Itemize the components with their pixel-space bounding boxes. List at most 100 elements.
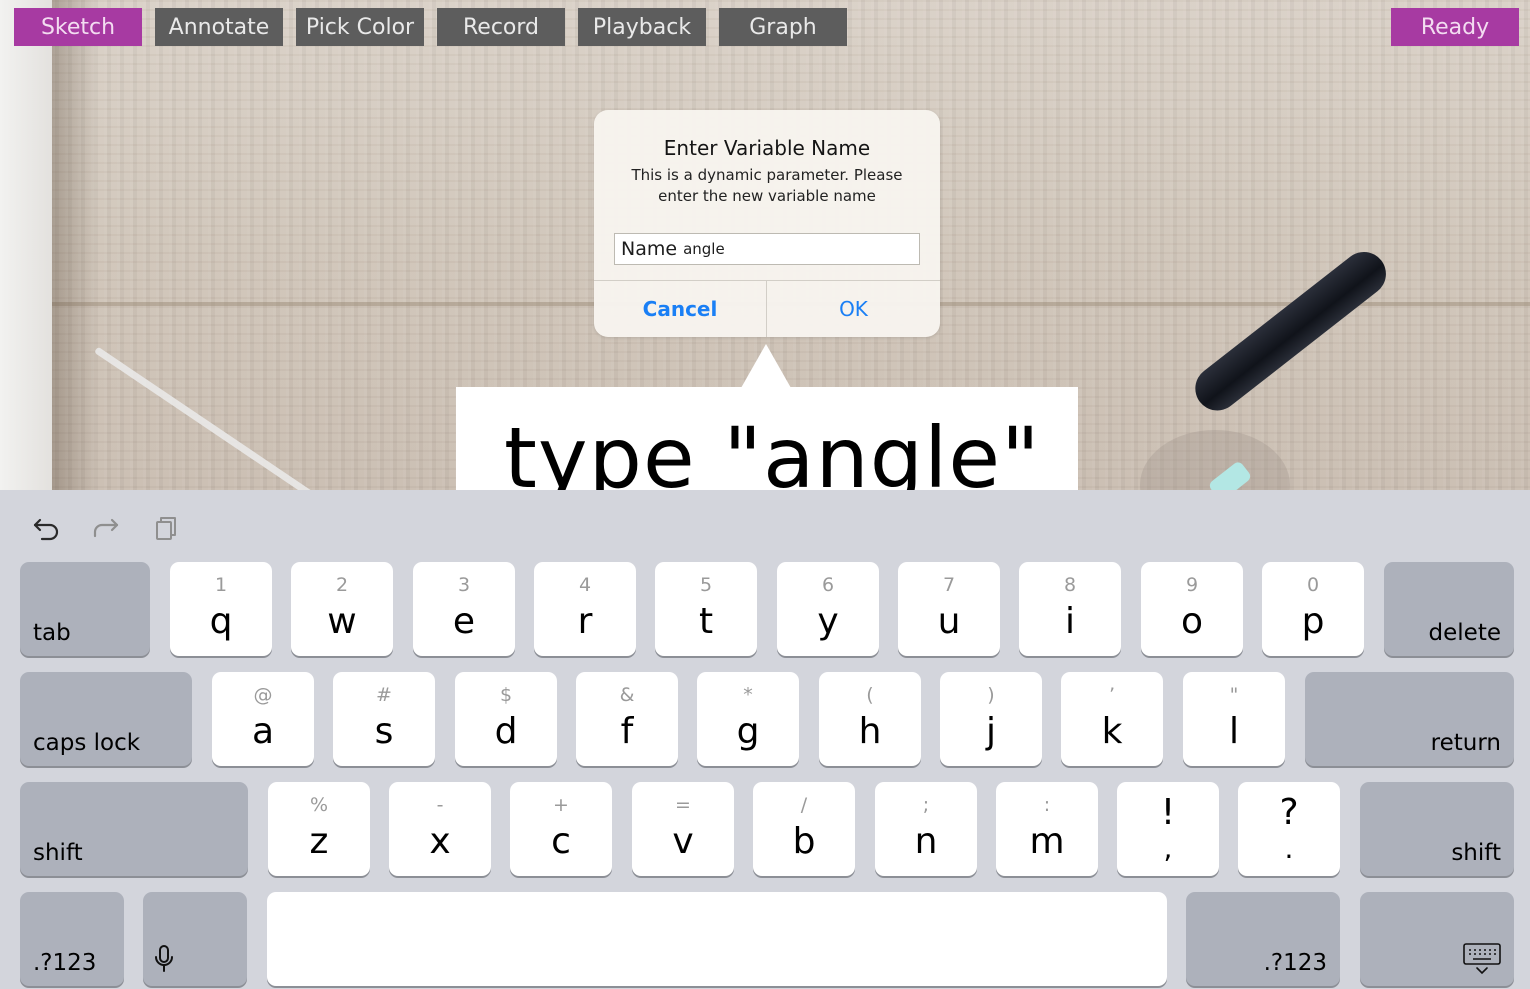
- return-key[interactable]: return: [1305, 672, 1514, 766]
- name-field-label: Name: [621, 238, 678, 260]
- key-s[interactable]: # s: [333, 672, 435, 766]
- variable-name-dialog: Enter Variable Name This is a dynamic pa…: [594, 110, 940, 337]
- shift-left-key-label: shift: [33, 840, 83, 866]
- key-j[interactable]: ) j: [940, 672, 1042, 766]
- paste-icon[interactable]: [148, 510, 184, 546]
- variable-name-input[interactable]: Name angle: [614, 233, 920, 265]
- key-alt-label: 7: [942, 574, 956, 596]
- shift-right-key-label: shift: [1451, 840, 1501, 866]
- key-label: i: [1064, 601, 1075, 642]
- graph-button[interactable]: Graph: [719, 8, 847, 46]
- frame-shadow: [52, 0, 94, 490]
- callout-pointer: [741, 344, 791, 388]
- numbers-left-key-label: .?123: [33, 950, 97, 976]
- shift-left-key[interactable]: shift: [20, 782, 248, 876]
- redo-icon[interactable]: [88, 510, 124, 546]
- key-k[interactable]: ’ k: [1061, 672, 1163, 766]
- ready-button[interactable]: Ready: [1391, 8, 1519, 46]
- microphone-icon: [153, 944, 175, 978]
- key-label: t: [698, 601, 714, 642]
- dialog-title: Enter Variable Name: [663, 136, 871, 160]
- whiteboard-frame: [0, 0, 52, 490]
- pick-color-button[interactable]: Pick Color: [296, 8, 424, 46]
- key-question-period[interactable]: ?.: [1238, 782, 1340, 876]
- key-a[interactable]: @ a: [212, 672, 314, 766]
- key-f[interactable]: & f: [576, 672, 678, 766]
- onscreen-keyboard: 1 q 2 w 3 e 4 r 5 t 6 y 7 u 8 i 9 o 0 p @ a # s $ d & f * g(h) j’ k " l% z…: [0, 490, 1530, 989]
- annotate-button[interactable]: Annotate: [155, 8, 283, 46]
- key-w[interactable]: 2w: [291, 562, 393, 656]
- key-label: c: [551, 821, 571, 862]
- key-t[interactable]: 5t: [655, 562, 757, 656]
- caps-lock-key-label: caps lock: [33, 730, 141, 756]
- key-label: z: [309, 821, 329, 862]
- key-alt-label: *: [743, 684, 753, 706]
- key-exclamation-comma[interactable]: !,: [1117, 782, 1219, 876]
- name-field-value[interactable]: angle: [683, 240, 725, 258]
- key-alt-label: 9: [1185, 574, 1199, 596]
- key-alt-label: @: [253, 684, 273, 706]
- key-alt-label: 4: [578, 574, 592, 596]
- key-label: a: [251, 711, 275, 752]
- sketch-button[interactable]: Sketch: [14, 8, 142, 46]
- cancel-button[interactable]: Cancel: [594, 281, 766, 337]
- delete-key-label: delete: [1428, 620, 1501, 646]
- key-label: h: [858, 711, 882, 752]
- numbers-right-key[interactable]: .?123: [1186, 892, 1340, 986]
- key-b[interactable]: / b: [753, 782, 855, 876]
- key-label: j: [985, 711, 996, 752]
- key-label: y: [817, 601, 839, 642]
- key-alt-label: 5: [699, 574, 713, 596]
- key-v[interactable]: = v: [632, 782, 734, 876]
- undo-icon[interactable]: [28, 510, 64, 546]
- delete-key[interactable]: delete: [1384, 562, 1514, 656]
- key-label: s: [374, 711, 394, 752]
- key-alt-label: 1: [214, 574, 228, 596]
- key-x[interactable]: -x: [389, 782, 491, 876]
- key-i[interactable]: 8i: [1019, 562, 1121, 656]
- caps-lock-key[interactable]: caps lock: [20, 672, 192, 766]
- key-r[interactable]: 4r: [534, 562, 636, 656]
- ruler-stick: [94, 346, 331, 490]
- key-u[interactable]: 7u: [898, 562, 1000, 656]
- key-alt-label: :: [1043, 794, 1051, 816]
- key-label: !: [1160, 792, 1176, 833]
- shift-right-key[interactable]: shift: [1360, 782, 1514, 876]
- key-label: k: [1101, 711, 1123, 752]
- key-y[interactable]: 6y: [777, 562, 879, 656]
- mic-key[interactable]: [143, 892, 247, 986]
- key-alt-label: -: [436, 794, 444, 816]
- key-g[interactable]: * g: [697, 672, 799, 766]
- key-label: b: [792, 821, 816, 862]
- key-m[interactable]: :m: [996, 782, 1098, 876]
- keyboard-dismiss-icon: [1462, 942, 1502, 980]
- numbers-right-key-label: .?123: [1263, 950, 1327, 976]
- key-h[interactable]: (h: [819, 672, 921, 766]
- key-e[interactable]: 3e: [413, 562, 515, 656]
- numbers-left-key[interactable]: .?123: [20, 892, 124, 986]
- key-label: ?: [1279, 792, 1299, 833]
- dismiss-keyboard-key[interactable]: [1360, 892, 1514, 986]
- tab-key[interactable]: tab: [20, 562, 150, 656]
- key-o[interactable]: 9o: [1141, 562, 1243, 656]
- ok-button[interactable]: OK: [767, 281, 940, 337]
- key-label: v: [672, 821, 694, 862]
- key-alt-label: +: [553, 794, 569, 816]
- key-l[interactable]: " l: [1183, 672, 1285, 766]
- laser-pen: [1186, 243, 1395, 420]
- key-d[interactable]: $ d: [455, 672, 557, 766]
- record-button[interactable]: Record: [437, 8, 565, 46]
- key-q[interactable]: 1q: [170, 562, 272, 656]
- key-c[interactable]: + c: [510, 782, 612, 876]
- playback-button[interactable]: Playback: [578, 8, 706, 46]
- key-z[interactable]: % z: [268, 782, 370, 876]
- key-alt-label: 8: [1063, 574, 1077, 596]
- key-alt-label: 3: [457, 574, 471, 596]
- space-bar[interactable]: [267, 892, 1167, 986]
- key-n[interactable]: ; n: [875, 782, 977, 876]
- key-label: x: [429, 821, 451, 862]
- key-label: g: [736, 711, 760, 752]
- key-p[interactable]: 0p: [1262, 562, 1364, 656]
- key-alt-label: $: [499, 684, 513, 706]
- key-label: m: [1029, 821, 1065, 862]
